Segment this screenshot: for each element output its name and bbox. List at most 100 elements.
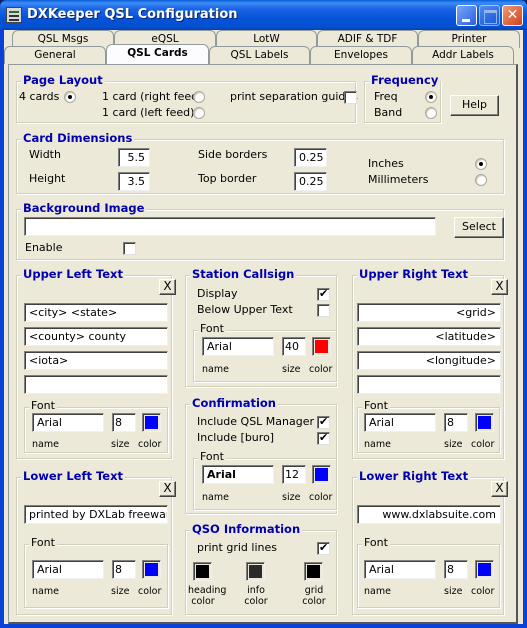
width-input[interactable]: 5.5 — [118, 148, 150, 167]
client-area: QSL Msgs eQSL LotW ADIF & TDF Printer Ge… — [4, 30, 523, 624]
font-color-label: color — [309, 492, 333, 503]
tab-qsl-cards[interactable]: QSL Cards — [106, 44, 209, 64]
opt-4cards-label: 4 cards — [19, 90, 60, 103]
confirmation-font-size-input[interactable]: 12 — [282, 465, 306, 484]
card-dimensions-group: Card Dimensions Width 5.5 Height 3.5 Sid… — [16, 131, 504, 194]
upper-left-line-3[interactable]: <iota> — [24, 351, 168, 370]
side-borders-input[interactable]: 0.25 — [294, 148, 327, 167]
help-button[interactable]: Help — [450, 95, 499, 116]
sep-guides-checkbox[interactable] — [344, 91, 357, 104]
upper-right-font-name-input[interactable]: Arial — [364, 413, 436, 432]
font-size-label: size — [444, 439, 463, 450]
enable-label: Enable — [25, 241, 63, 254]
frequency-title: Frequency — [369, 73, 441, 87]
upper-left-text-title: Upper Left Text — [21, 267, 125, 281]
print-grid-lines-checkbox[interactable] — [317, 541, 330, 555]
callsign-font-size-input[interactable]: 40 — [282, 337, 306, 356]
info-color-swatch[interactable] — [246, 562, 265, 581]
opt-inches-label: Inches — [368, 157, 404, 170]
lower-right-font-color-swatch[interactable] — [475, 560, 494, 579]
callsign-font-name-input[interactable]: Arial — [202, 337, 274, 356]
lower-right-font-size-input[interactable]: 8 — [444, 560, 468, 579]
lower-right-text-group: Lower Right Text X www.dxlabsuite.com Fo… — [352, 469, 508, 615]
opt-band-radio[interactable] — [425, 107, 437, 119]
select-button[interactable]: Select — [454, 217, 504, 238]
font-group-title: Font — [29, 399, 57, 412]
upper-left-text-group: Upper Left Text X <city> <state> <county… — [16, 267, 176, 459]
lower-left-clear-button[interactable]: X — [159, 481, 176, 497]
card-dimensions-title: Card Dimensions — [21, 131, 135, 145]
upper-left-font-name-input[interactable]: Arial — [32, 413, 104, 432]
heading-color-swatch[interactable] — [193, 562, 212, 581]
font-group-title: Font — [198, 322, 226, 335]
below-upper-text-checkbox[interactable] — [317, 304, 330, 317]
font-color-label: color — [471, 586, 495, 597]
lower-left-font-name-input[interactable]: Arial — [32, 560, 104, 579]
font-size-label: size — [111, 439, 130, 450]
lower-right-line-1[interactable]: www.dxlabsuite.com — [357, 505, 501, 524]
page-layout-group: Page Layout 4 cards 1 card (right feed) … — [16, 73, 358, 123]
lower-right-font-name-input[interactable]: Arial — [364, 560, 436, 579]
opt-left-feed-radio[interactable] — [193, 107, 205, 119]
tab-envelopes[interactable]: Envelopes — [310, 46, 412, 64]
background-image-group: Background Image Select Enable — [16, 201, 504, 260]
upper-right-line-3[interactable]: <longitude> — [357, 351, 501, 370]
font-size-label: size — [444, 586, 463, 597]
opt-mm-radio[interactable] — [475, 174, 487, 186]
upper-right-line-1[interactable]: <grid> — [357, 303, 501, 322]
upper-right-font-size-input[interactable]: 8 — [444, 413, 468, 432]
minimize-icon[interactable] — [456, 5, 477, 26]
include-buro-checkbox[interactable] — [317, 431, 330, 445]
background-image-title: Background Image — [21, 201, 147, 215]
opt-left-feed-label: 1 card (left feed) — [102, 106, 195, 119]
upper-left-line-1[interactable]: <city> <state> — [24, 303, 168, 322]
upper-right-clear-button[interactable]: X — [491, 279, 508, 295]
font-name-label: name — [202, 492, 229, 503]
upper-left-line-4[interactable] — [24, 375, 168, 394]
background-image-path-input[interactable] — [24, 217, 436, 236]
upper-left-font-color-swatch[interactable] — [142, 413, 161, 432]
side-borders-label: Side borders — [198, 148, 268, 161]
font-name-label: name — [364, 439, 391, 450]
lower-left-font-group: Font Arial 8 name size color — [24, 536, 168, 608]
top-border-input[interactable]: 0.25 — [294, 172, 327, 191]
callsign-font-color-swatch[interactable] — [312, 337, 331, 356]
enable-checkbox[interactable] — [123, 242, 136, 255]
lower-left-font-color-swatch[interactable] — [142, 560, 161, 579]
upper-right-line-2[interactable]: <latitude> — [357, 327, 501, 346]
font-size-label: size — [111, 586, 130, 597]
opt-band-label: Band — [374, 106, 403, 119]
opt-freq-radio[interactable] — [425, 91, 437, 103]
include-qsl-manager-checkbox[interactable] — [317, 415, 330, 429]
opt-right-feed-radio[interactable] — [193, 91, 205, 103]
app-icon[interactable] — [6, 7, 22, 23]
display-checkbox[interactable] — [317, 287, 330, 301]
upper-left-line-2[interactable]: <county> county — [24, 327, 168, 346]
lower-right-clear-button[interactable]: X — [491, 481, 508, 497]
title-bar[interactable]: DXKeeper QSL Configuration — [0, 0, 527, 30]
opt-inches-radio[interactable] — [475, 158, 487, 170]
upper-right-line-4[interactable] — [357, 375, 501, 394]
lower-left-line-1[interactable]: printed by DXLab freeware — [24, 505, 168, 524]
confirmation-font-name-input[interactable]: Arial — [202, 465, 274, 484]
font-color-label: color — [138, 439, 162, 450]
lower-left-font-size-input[interactable]: 8 — [112, 560, 136, 579]
maximize-icon[interactable] — [479, 5, 500, 26]
confirmation-font-color-swatch[interactable] — [312, 465, 331, 484]
upper-right-font-color-swatch[interactable] — [475, 413, 494, 432]
below-upper-text-label: Below Upper Text — [197, 303, 293, 316]
tab-general[interactable]: General — [4, 46, 106, 64]
tab-addr-labels[interactable]: Addr Labels — [412, 46, 514, 64]
tab-qsl-labels[interactable]: QSL Labels — [209, 46, 310, 64]
grid-color-swatch[interactable] — [304, 562, 323, 581]
upper-left-clear-button[interactable]: X — [159, 279, 176, 295]
height-input[interactable]: 3.5 — [118, 172, 150, 191]
qso-information-group: QSO Information print grid lines heading… — [185, 522, 337, 615]
upper-left-font-size-input[interactable]: 8 — [112, 413, 136, 432]
close-icon[interactable] — [502, 5, 523, 26]
print-grid-lines-label: print grid lines — [197, 541, 277, 554]
opt-4cards-radio[interactable] — [64, 91, 76, 103]
font-group-title: Font — [362, 536, 390, 549]
font-group-title: Font — [362, 399, 390, 412]
confirmation-font-group: Font Arial 12 name size color — [193, 450, 337, 510]
